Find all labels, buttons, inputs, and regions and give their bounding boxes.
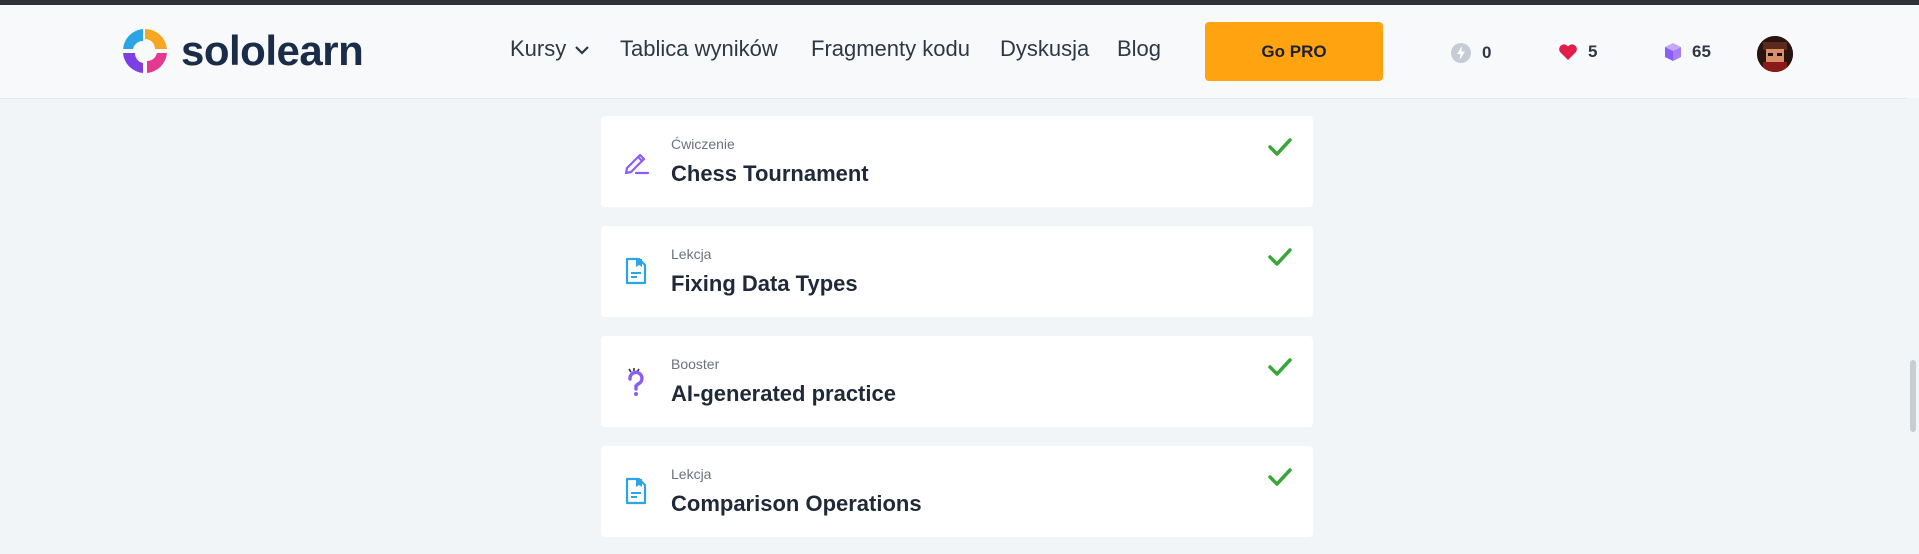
heart-icon: [1559, 44, 1577, 60]
go-pro-button[interactable]: Go PRO: [1205, 22, 1383, 81]
completed-check-icon: [1268, 138, 1292, 156]
chevron-down-icon: [575, 46, 590, 55]
lesson-document-icon: [625, 257, 647, 285]
lesson-card[interactable]: Lekcja Comparison Operations: [601, 446, 1313, 537]
nav-blog[interactable]: Blog: [1117, 36, 1161, 62]
lesson-title: Chess Tournament: [671, 161, 869, 186]
booster-question-icon: [628, 368, 644, 396]
cube-icon: [1665, 43, 1681, 61]
lesson-card[interactable]: Booster AI-generated practice: [601, 336, 1313, 427]
lesson-type-label: Lekcja: [671, 246, 712, 262]
page-scrollbar-thumb[interactable]: [1910, 360, 1916, 432]
completed-check-icon: [1268, 468, 1292, 486]
user-avatar[interactable]: [1757, 36, 1793, 72]
top-navigation-bar: sololearn Kursy Tablica wyników Fragment…: [0, 5, 1919, 99]
bits-counter[interactable]: 65: [1664, 42, 1711, 62]
nav-code-snippets[interactable]: Fragmenty kodu: [811, 36, 970, 62]
lesson-document-icon: [625, 477, 647, 505]
completed-check-icon: [1268, 248, 1292, 266]
hearts-value: 5: [1588, 42, 1598, 61]
lesson-card[interactable]: Ćwiczenie Chess Tournament: [601, 116, 1313, 207]
brand-name: sololearn: [181, 27, 364, 74]
bits-value: 65: [1692, 42, 1711, 61]
nav-leaderboard[interactable]: Tablica wyników: [620, 36, 778, 62]
lesson-title: AI-generated practice: [671, 381, 896, 406]
lesson-title: Comparison Operations: [671, 491, 922, 516]
lesson-title: Fixing Data Types: [671, 271, 858, 296]
lesson-type-label: Booster: [671, 356, 720, 372]
completed-check-icon: [1268, 358, 1292, 376]
nav-courses-label: Kursy: [510, 36, 567, 61]
lesson-type-label: Ćwiczenie: [671, 136, 735, 152]
lesson-type-label: Lekcja: [671, 466, 712, 482]
avatar-image: [1757, 36, 1793, 72]
sololearn-logo[interactable]: sololearn: [119, 25, 364, 77]
sololearn-logo-icon: [123, 28, 167, 73]
nav-discussion[interactable]: Dyskusja: [1000, 36, 1089, 62]
hearts-counter[interactable]: 5: [1558, 42, 1597, 62]
page-scrollbar-track[interactable]: [1907, 98, 1919, 554]
nav-courses[interactable]: Kursy: [510, 36, 590, 62]
streak-value: 0: [1482, 43, 1492, 62]
streak-counter[interactable]: 0: [1450, 42, 1491, 64]
lesson-card[interactable]: Lekcja Fixing Data Types: [601, 226, 1313, 317]
lightning-icon: [1451, 43, 1471, 63]
exercise-pencil-icon: [624, 153, 650, 175]
